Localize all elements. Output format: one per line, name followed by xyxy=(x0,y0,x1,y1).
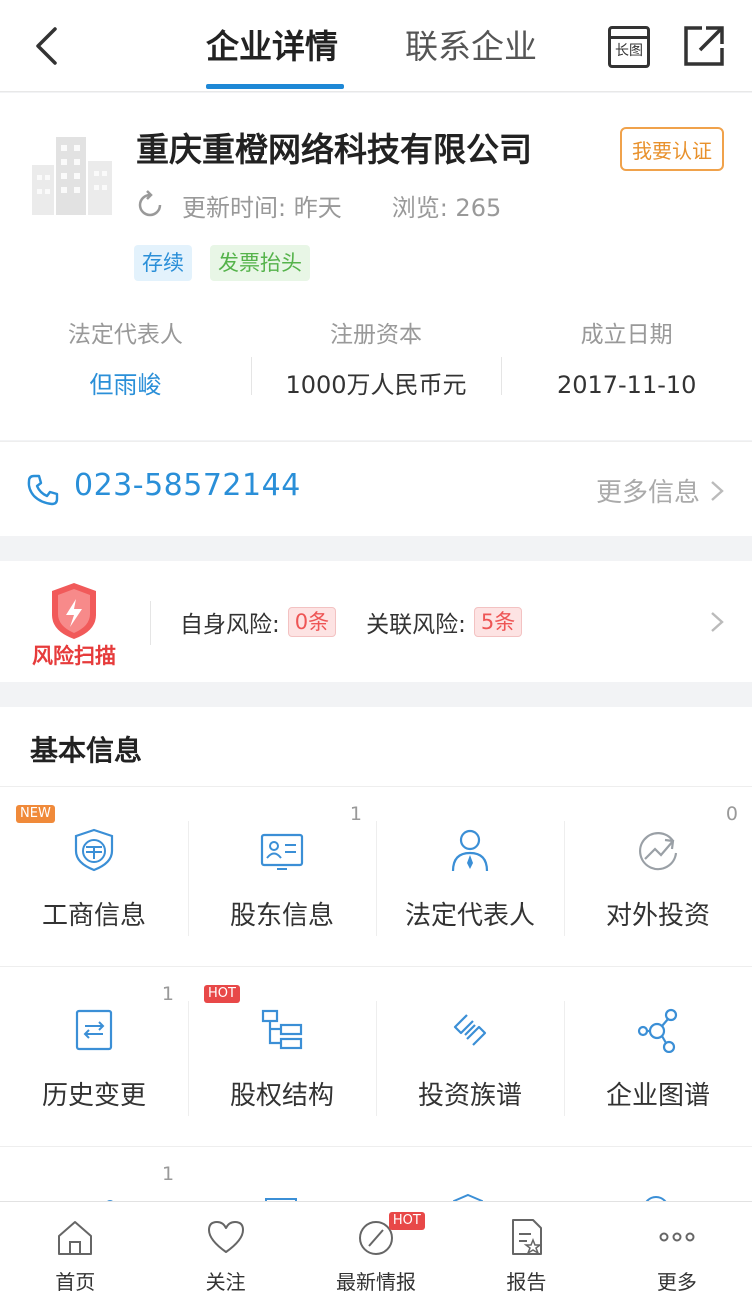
risk-scan-logo-text: 风险扫描 xyxy=(32,644,116,667)
nav-follow[interactable]: 关注 xyxy=(150,1202,300,1297)
hot-badge: HOT xyxy=(204,985,240,1003)
invoice-header-tag[interactable]: 发票抬头 xyxy=(210,245,310,281)
phone-icon[interactable] xyxy=(26,473,60,507)
risk-scan-row[interactable]: 风险扫描 自身风险: 0条 关联风险: 5条 xyxy=(0,561,752,682)
top-bar: 企业详情 联系企业 长图 xyxy=(0,0,752,92)
active-tab-indicator xyxy=(206,84,344,89)
grid-row: 历史变更 1 股权结构 投资族谱 企业图谱 xyxy=(0,967,752,1147)
nav-latest-intel[interactable]: HOT 最新情报 xyxy=(301,1202,451,1297)
info-label: 成立日期 xyxy=(580,322,673,348)
more-icon xyxy=(659,1232,695,1242)
tab-company-detail[interactable]: 企业详情 xyxy=(206,22,338,72)
hot-badge: HOT xyxy=(388,1212,425,1230)
bottom-nav: 首页 关注 HOT 最新情报 报告 更多 xyxy=(0,1201,752,1297)
long-image-label: 长图 xyxy=(615,43,643,59)
risk-scan-logo: 风险扫描 xyxy=(32,583,116,667)
status-badge: 存续 xyxy=(134,245,192,281)
business-icon xyxy=(74,828,114,872)
report-icon xyxy=(512,1219,543,1255)
chevron-left-icon xyxy=(36,27,57,65)
legal-representative-link[interactable]: 但雨峻 xyxy=(0,367,251,403)
view-count: 浏览: 265 xyxy=(391,193,502,222)
update-row: 更新时间: 昨天 浏览: 265 xyxy=(134,187,501,223)
history-icon xyxy=(75,1009,113,1051)
divider xyxy=(150,601,151,645)
risk-summary: 自身风险: 0条 关联风险: 5条 xyxy=(180,605,523,639)
nav-label: 关注 xyxy=(205,1270,246,1294)
self-risk-badge: 0条 xyxy=(287,607,337,637)
info-label: 法定代表人 xyxy=(67,322,183,348)
nav-label: 最新情报 xyxy=(336,1270,417,1294)
grid-item-outbound-investment[interactable]: 对外投资 0 xyxy=(564,787,752,967)
grid-item-label: 企业图谱 xyxy=(605,1081,710,1111)
grid-item-label: 股东信息 xyxy=(229,901,334,931)
related-risk-label: 关联风险: xyxy=(366,612,466,638)
item-count: 1 xyxy=(349,803,362,825)
nav-home[interactable]: 首页 xyxy=(0,1202,150,1297)
item-count: 1 xyxy=(161,983,174,1005)
status-tags: 存续 发票抬头 xyxy=(134,245,310,281)
self-risk-label: 自身风险: xyxy=(180,612,280,638)
verify-button[interactable]: 我要认证 xyxy=(620,127,724,171)
grid-item-label: 法定代表人 xyxy=(404,901,535,931)
company-name: 重庆重橙网络科技有限公司 xyxy=(136,130,532,169)
related-risk-badge: 5条 xyxy=(473,607,523,637)
chevron-right-icon xyxy=(711,480,724,501)
registered-capital-col: 注册资本 1000万人民币元 xyxy=(250,315,502,415)
founding-date-col: 成立日期 2017-11-10 xyxy=(501,315,752,415)
investment-tree-icon xyxy=(453,1014,487,1046)
section-title: 基本信息 xyxy=(30,734,143,767)
share-button[interactable] xyxy=(680,22,728,70)
shareholder-icon xyxy=(260,833,304,870)
back-button[interactable] xyxy=(22,22,70,70)
legal-representative-col: 法定代表人 但雨峻 xyxy=(0,315,251,415)
phone-number[interactable]: 023-58572144 xyxy=(74,468,301,503)
nav-label: 报告 xyxy=(506,1270,547,1294)
tab-contact-company[interactable]: 联系企业 xyxy=(405,22,537,72)
grid-item-label: 股权结构 xyxy=(229,1081,334,1111)
heart-icon xyxy=(207,1221,244,1253)
grid-item-investment-tree[interactable]: 投资族谱 xyxy=(376,967,564,1147)
equity-structure-icon xyxy=(261,1009,303,1050)
grid-row-partial: 1 xyxy=(0,1147,752,1207)
grid-item-label: 工商信息 xyxy=(41,901,146,931)
info-value: 1000万人民币元 xyxy=(285,371,467,399)
new-badge: NEW xyxy=(16,805,55,823)
company-card: 重庆重橙网络科技有限公司 我要认证 更新时间: 昨天 浏览: 265 存续 发票… xyxy=(0,93,752,440)
home-icon xyxy=(58,1221,93,1255)
item-count: 0 xyxy=(725,803,738,825)
nav-more[interactable]: 更多 xyxy=(602,1202,752,1297)
legal-person-icon xyxy=(451,829,489,872)
grid-item-label: 对外投资 xyxy=(605,901,710,931)
nav-label: 更多 xyxy=(656,1270,697,1294)
more-info-label: 更多信息 xyxy=(595,478,700,508)
grid-item-label: 投资族谱 xyxy=(417,1081,522,1111)
grid-item-history-changes[interactable]: 历史变更 1 xyxy=(0,967,188,1147)
more-info-link[interactable]: 更多信息 xyxy=(596,472,724,509)
basic-info-section: 基本信息 工商信息 NEW 股东信息 1 法定代表人 对外投资 0 历史变更 1… xyxy=(0,707,752,1207)
phone-row: 023-58572144 更多信息 xyxy=(0,441,752,536)
grid-item-label: 历史变更 xyxy=(41,1081,146,1111)
grid-item-enterprise-graph[interactable]: 企业图谱 xyxy=(564,967,752,1147)
long-image-button[interactable]: 长图 xyxy=(608,26,650,68)
chevron-right-icon xyxy=(711,612,724,632)
company-building-icon xyxy=(32,137,112,215)
item-count: 1 xyxy=(162,1163,175,1185)
grid-row: 工商信息 NEW 股东信息 1 法定代表人 对外投资 0 xyxy=(0,787,752,967)
basic-info-grid: 工商信息 NEW 股东信息 1 法定代表人 对外投资 0 历史变更 1 股权结构… xyxy=(0,787,752,1147)
share-icon xyxy=(684,26,724,66)
grid-item-legal-person[interactable]: 法定代表人 xyxy=(376,787,564,967)
info-value: 2017-11-10 xyxy=(556,371,697,399)
nav-report[interactable]: 报告 xyxy=(451,1202,601,1297)
investment-icon xyxy=(639,832,678,871)
enterprise-graph-icon xyxy=(637,1008,678,1053)
grid-item-business-info[interactable]: 工商信息 NEW xyxy=(0,787,188,967)
info-label: 注册资本 xyxy=(330,322,422,348)
refresh-icon[interactable] xyxy=(134,189,166,221)
nav-label: 首页 xyxy=(55,1270,96,1294)
company-key-info: 法定代表人 但雨峻 注册资本 1000万人民币元 成立日期 2017-11-10 xyxy=(0,315,752,415)
update-time: 更新时间: 昨天 xyxy=(182,193,342,222)
grid-item-shareholders[interactable]: 股东信息 1 xyxy=(188,787,376,967)
